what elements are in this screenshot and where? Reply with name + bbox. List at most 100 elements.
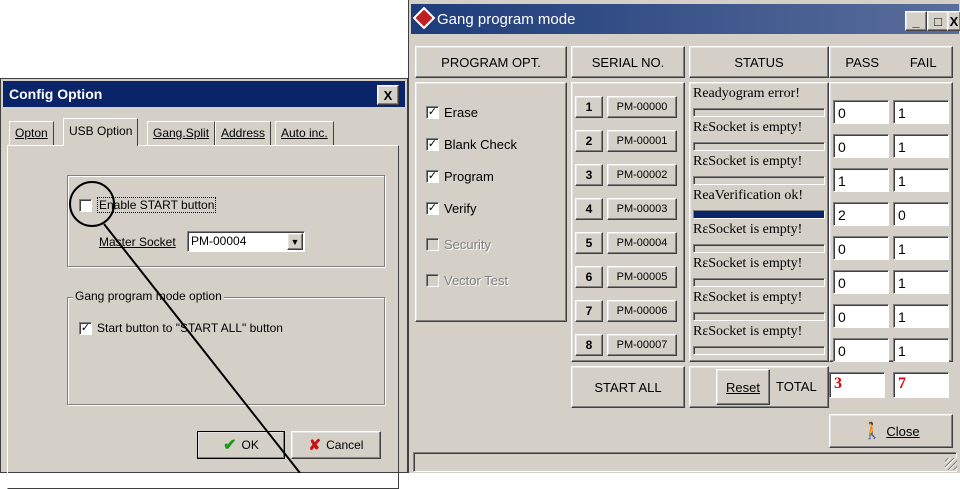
config-option-dialog: Config Option X Opton USB Option Gang.Sp… [0,78,408,489]
resize-grip[interactable] [945,458,957,470]
socket-pass-count: 0 [833,134,889,158]
start-all-label: START ALL [594,379,662,395]
socket-status-text: RεSocket is empty! [693,290,803,305]
tab-gang-split[interactable]: Gang.Split [147,121,216,145]
start-all-checkbox-row[interactable]: ✓ Start button to "START ALL" button [79,321,283,335]
header-fail: FAIL [909,54,937,70]
socket-number-button[interactable]: 8 [575,334,603,356]
socket-number-button[interactable]: 2 [575,130,603,152]
option-verify[interactable]: ✓ Verify [426,201,477,216]
socket-serial-button[interactable]: PM-00001 [607,130,677,152]
tab-opton[interactable]: Opton [9,121,54,145]
header-pass-fail: PASS FAIL [829,46,953,78]
option-vector-test: Vector Test [426,273,508,288]
socket-pass-count: 0 [833,236,889,260]
socket-serial-button[interactable]: PM-00002 [607,164,677,186]
reset-button[interactable]: Reset [716,369,770,405]
tab-label: Opton [15,126,48,140]
start-button-group [67,175,385,267]
tab-usb-option[interactable]: USB Option [63,118,139,146]
header-pass: PASS [845,54,880,70]
gang-mode-group-title: Gang program mode option [73,289,224,303]
socket-number-button[interactable]: 1 [575,96,603,118]
option-checkbox[interactable]: ✓ [426,138,439,151]
option-erase[interactable]: ✓ Erase [426,105,478,120]
exit-person-icon: 🚶 [862,423,883,440]
socket-progress-bar [693,108,825,117]
socket-serial-button[interactable]: PM-00006 [607,300,677,322]
reset-total-panel: Reset TOTAL [689,366,829,408]
gang-window-title: Gang program mode [411,4,959,34]
cancel-x-icon: ✘ [308,437,322,454]
close-label: Close [886,423,920,439]
socket-progress-bar [693,278,825,287]
ok-label: OK [241,438,259,452]
option-checkbox[interactable]: ✓ [426,106,439,119]
start-all-button[interactable]: START ALL [571,366,685,408]
socket-progress-bar [693,244,825,253]
tab-auto-inc[interactable]: Auto inc. [275,121,334,145]
ok-button[interactable]: ✔ OK [197,431,285,459]
tab-label: Auto inc. [281,126,328,140]
header-status: STATUS [689,46,829,78]
socket-status-text: ReaVerification ok! [693,188,804,203]
socket-number-button[interactable]: 6 [575,266,603,288]
enable-start-checkbox-row[interactable]: Enable START button [79,197,217,213]
socket-serial-button[interactable]: PM-00005 [607,266,677,288]
socket-fail-count: 1 [893,134,949,158]
socket-fail-count: 0 [893,202,949,226]
start-all-checkbox[interactable]: ✓ [79,321,92,335]
maximize-button[interactable]: □ [927,11,949,31]
socket-serial-button[interactable]: PM-00003 [607,198,677,220]
socket-status-text: Readyogram error! [693,86,800,101]
socket-number-button[interactable]: 5 [575,232,603,254]
chevron-down-icon[interactable]: ▼ [287,233,303,250]
option-label: Security [444,237,491,252]
option-program[interactable]: ✓ Program [426,169,494,184]
socket-status-text: RεSocket is empty! [693,256,803,271]
option-label: Program [444,169,494,184]
socket-number-button[interactable]: 7 [575,300,603,322]
socket-serial-button[interactable]: PM-00004 [607,232,677,254]
enable-start-label: Enable START button [97,197,217,213]
reset-label: Reset [726,379,760,395]
config-dialog-title: Config Option [3,81,405,107]
cancel-button[interactable]: ✘ Cancel [291,431,381,459]
total-pass-value: 3 [829,372,885,398]
socket-fail-count: 1 [893,304,949,328]
option-checkbox[interactable]: ✓ [426,170,439,183]
enable-start-checkbox[interactable] [79,198,92,212]
socket-progress-bar [693,210,825,219]
minimize-button[interactable]: _ [905,11,927,31]
master-socket-select[interactable]: PM-00004 ▼ [187,231,305,252]
gang-mode-group [67,297,385,405]
socket-serial-button[interactable]: PM-00007 [607,334,677,356]
socket-fail-count: 1 [893,338,949,362]
close-button[interactable]: 🚶 Close [829,414,953,448]
window-close-button[interactable]: X [947,11,960,31]
socket-fail-count: 1 [893,236,949,260]
option-blank-check[interactable]: ✓ Blank Check [426,137,517,152]
socket-status-text: RεSocket is empty! [693,120,803,135]
option-checkbox[interactable]: ✓ [426,202,439,215]
tab-address[interactable]: Address [215,121,272,145]
start-all-label: Start button to "START ALL" button [97,321,283,335]
socket-status-text: RεSocket is empty! [693,154,803,169]
socket-number-button[interactable]: 3 [575,164,603,186]
socket-progress-bar [693,312,825,321]
socket-serial-button[interactable]: PM-00000 [607,96,677,118]
config-close-button[interactable]: X [377,85,399,105]
tab-label: USB Option [69,124,133,138]
option-checkbox [426,274,439,287]
socket-progress-fill [694,211,824,218]
socket-number-button[interactable]: 4 [575,198,603,220]
socket-fail-count: 1 [893,100,949,124]
socket-fail-count: 1 [893,168,949,192]
option-label: Blank Check [444,137,517,152]
socket-pass-count: 0 [833,100,889,124]
tab-label: Gang.Split [153,126,210,140]
socket-progress-bar [693,176,825,185]
option-label: Erase [444,105,478,120]
checkmark-icon: ✔ [223,437,237,454]
socket-fail-count: 1 [893,270,949,294]
